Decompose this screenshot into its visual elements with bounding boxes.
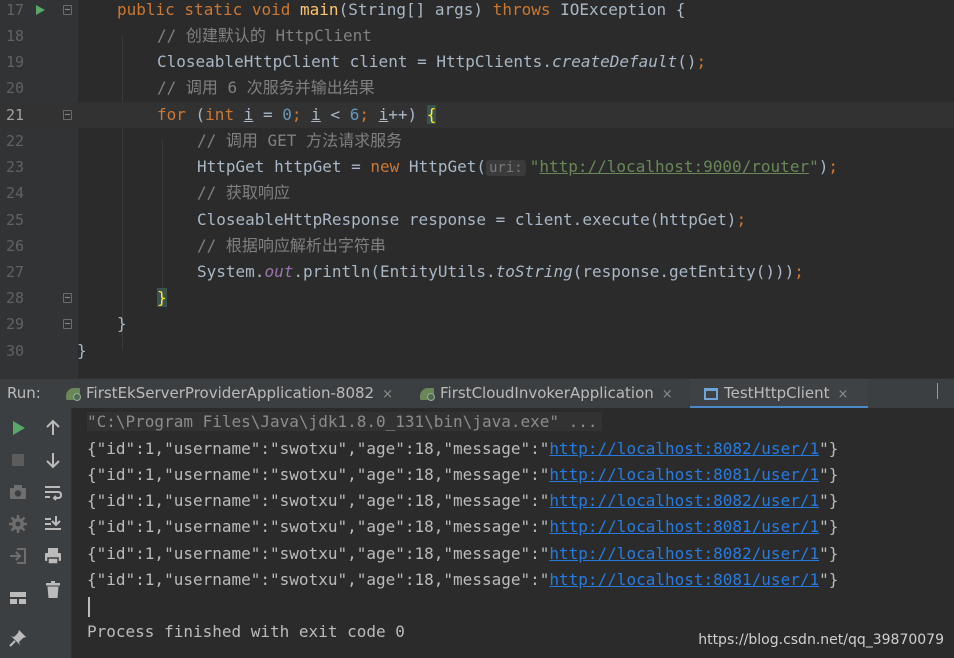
- tab-test-http-client[interactable]: TestHttpClient ×: [690, 379, 868, 409]
- code-line: 22 // 调用 GET 方法请求服务: [0, 128, 954, 154]
- fold-icon[interactable]: [63, 110, 72, 120]
- tab-label: FirstEkServerProviderApplication-8082: [86, 384, 375, 402]
- line-number: 19: [6, 53, 25, 71]
- code-line: 24 // 获取响应: [0, 180, 954, 206]
- line-number: 27: [6, 263, 25, 281]
- code-line: 17 public static void main(String[] args…: [0, 0, 954, 23]
- run-toolbar: [0, 408, 72, 658]
- console-window-icon: [704, 387, 718, 400]
- code-comment: // 获取响应: [197, 183, 290, 202]
- line-number: 29: [6, 315, 25, 333]
- line-number: 28: [6, 289, 25, 307]
- code-line: 25 CloseableHttpResponse response = clie…: [0, 207, 954, 233]
- text-caret: [88, 597, 90, 617]
- line-number: 22: [6, 132, 25, 150]
- url-literal: http://localhost:9000/router: [539, 157, 810, 176]
- scroll-to-end-icon[interactable]: [43, 514, 63, 534]
- line-number: 30: [6, 342, 25, 360]
- console-line: {"id":1,"username":"swotxu","age":18,"me…: [87, 570, 839, 589]
- console-link[interactable]: http://localhost:8082/user/1: [549, 439, 819, 458]
- code-comment: // 创建默认的 HttpClient: [157, 26, 372, 45]
- down-arrow-icon[interactable]: [43, 450, 63, 470]
- stop-icon[interactable]: [8, 450, 28, 470]
- login-icon[interactable]: [8, 546, 28, 566]
- tab-first-cloud-invoker[interactable]: FirstCloudInvokerApplication ×: [416, 379, 690, 409]
- line-number: 17: [6, 1, 25, 19]
- exit-message: Process finished with exit code 0: [87, 622, 405, 641]
- print-icon[interactable]: [43, 546, 63, 566]
- console-output[interactable]: "C:\Program Files\Java\jdk1.8.0_131\bin\…: [72, 408, 954, 658]
- console-line: {"id":1,"username":"swotxu","age":18,"me…: [87, 491, 839, 510]
- console-command-line: "C:\Program Files\Java\jdk1.8.0_131\bin\…: [87, 409, 602, 435]
- code-text: public static void main(String[] args) t…: [117, 0, 686, 19]
- line-number: 25: [6, 211, 25, 229]
- run-icon[interactable]: [8, 418, 28, 438]
- console-link[interactable]: http://localhost:8082/user/1: [549, 544, 819, 563]
- line-number: 24: [6, 184, 25, 202]
- trash-icon[interactable]: [43, 580, 63, 600]
- code-text: HttpGet httpGet = new HttpGet(uri: "http:…: [197, 157, 838, 176]
- console-link[interactable]: http://localhost:8081/user/1: [549, 517, 819, 536]
- code-text: System.out.println(EntityUtils.toString(…: [197, 262, 804, 281]
- code-line: 18 // 创建默认的 HttpClient: [0, 23, 954, 49]
- tab-first-ek-server-provider[interactable]: FirstEkServerProviderApplication-8082 ×: [62, 379, 402, 409]
- console-line: {"id":1,"username":"swotxu","age":18,"me…: [87, 517, 839, 536]
- code-text: CloseableHttpResponse response = client.…: [197, 210, 747, 229]
- console-link[interactable]: http://localhost:8081/user/1: [549, 465, 819, 484]
- code-line-current: 21 for (int i = 0; i < 6; i++) {: [0, 102, 954, 129]
- fold-icon[interactable]: [63, 5, 72, 15]
- run-label: Run:: [7, 384, 41, 402]
- console-link[interactable]: http://localhost:8081/user/1: [549, 570, 819, 589]
- tab-label: FirstCloudInvokerApplication: [440, 384, 654, 402]
- up-arrow-icon[interactable]: [43, 418, 63, 438]
- soft-wrap-icon[interactable]: [43, 482, 63, 502]
- run-gutter-icon[interactable]: [36, 5, 45, 15]
- layout-icon[interactable]: [8, 588, 28, 608]
- code-editor[interactable]: 17 public static void main(String[] args…: [0, 0, 954, 378]
- line-number: 26: [6, 237, 25, 255]
- console-line: {"id":1,"username":"swotxu","age":18,"me…: [87, 439, 839, 458]
- line-number: 21: [6, 106, 25, 124]
- line-number: 18: [6, 27, 25, 45]
- fold-icon[interactable]: [63, 293, 72, 303]
- code-line: 26 // 根据响应解析出字符串: [0, 233, 954, 259]
- run-tab-bar: Run: FirstEkServerProviderApplication-80…: [0, 378, 954, 409]
- code-text: for (int i = 0; i < 6; i++) {: [157, 105, 437, 124]
- console-line: {"id":1,"username":"swotxu","age":18,"me…: [87, 465, 839, 484]
- line-number: 20: [6, 79, 25, 97]
- code-comment: // 根据响应解析出字符串: [197, 236, 386, 255]
- code-text: }: [77, 341, 87, 360]
- spring-leaf-icon: [66, 387, 81, 401]
- fold-icon[interactable]: [63, 319, 72, 329]
- close-icon[interactable]: ×: [382, 387, 393, 402]
- tab-label: TestHttpClient: [724, 384, 830, 402]
- settings-icon[interactable]: [8, 514, 28, 534]
- code-text: CloseableHttpClient client = HttpClients…: [157, 52, 707, 71]
- code-line: 29 }: [0, 311, 954, 337]
- camera-icon[interactable]: [8, 482, 28, 502]
- code-text: }: [157, 288, 167, 307]
- code-comment: // 调用 GET 方法请求服务: [197, 131, 403, 150]
- console-link[interactable]: http://localhost:8082/user/1: [549, 491, 819, 510]
- code-text: }: [117, 314, 127, 333]
- close-icon[interactable]: ×: [662, 387, 673, 402]
- code-line: 28 }: [0, 285, 954, 311]
- console-line: {"id":1,"username":"swotxu","age":18,"me…: [87, 544, 839, 563]
- parameter-hint: uri:: [486, 160, 526, 176]
- code-line: 23 HttpGet httpGet = new HttpGet(uri: "ht…: [0, 154, 954, 180]
- spring-leaf-icon: [420, 387, 435, 401]
- code-line: 19 CloseableHttpClient client = HttpClie…: [0, 49, 954, 75]
- code-line: 30 }: [0, 338, 954, 364]
- code-line: 27 System.out.println(EntityUtils.toStri…: [0, 259, 954, 285]
- pin-icon[interactable]: [8, 628, 28, 648]
- tab-overflow-divider: [937, 383, 938, 399]
- code-line: 20 // 调用 6 次服务并输出结果: [0, 75, 954, 101]
- code-comment: // 调用 6 次服务并输出结果: [157, 78, 375, 97]
- close-icon[interactable]: ×: [838, 387, 849, 402]
- line-number: 23: [6, 158, 25, 176]
- watermark: https://blog.csdn.net/qq_39870079: [698, 632, 944, 648]
